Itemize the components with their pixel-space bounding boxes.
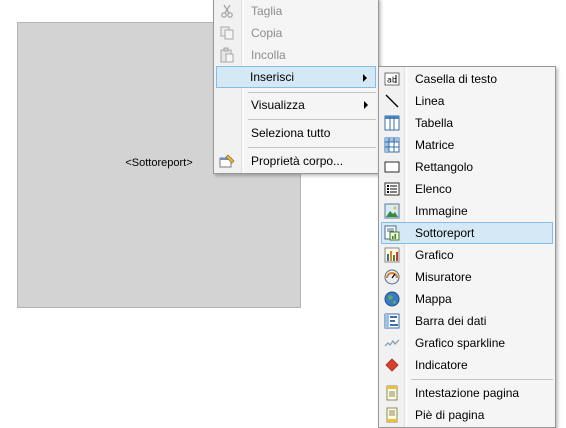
- submenu-item-subreport[interactable]: Sottoreport: [381, 222, 553, 244]
- submenu-item-table[interactable]: Tabella: [381, 112, 553, 134]
- paste-icon: [219, 47, 235, 63]
- list-icon: [384, 181, 400, 197]
- submenu-item-page-footer[interactable]: Piè di pagina: [381, 404, 553, 426]
- submenu-item-line[interactable]: Linea: [381, 90, 553, 112]
- submenu-item-label: Mappa: [415, 292, 452, 306]
- menu-item-copy[interactable]: Copia: [216, 22, 376, 44]
- menu-item-label: Inserisci: [250, 70, 295, 84]
- submenu-item-label: Rettangolo: [415, 160, 474, 174]
- svg-text:ab: ab: [387, 76, 397, 85]
- submenu-item-label: Intestazione pagina: [415, 386, 520, 400]
- report-design-surface[interactable]: <Sottoreport> Taglia Copia Incolla Inser…: [0, 0, 566, 428]
- submenu-item-image[interactable]: Immagine: [381, 200, 553, 222]
- textbox-icon: ab: [384, 71, 400, 87]
- submenu-item-label: Barra dei dati: [415, 314, 487, 328]
- chart-icon: [384, 247, 400, 263]
- submenu-arrow-icon: [363, 74, 367, 82]
- submenu-item-label: Elenco: [415, 182, 452, 196]
- submenu-item-label: Matrice: [415, 138, 455, 152]
- table-icon: [384, 115, 400, 131]
- submenu-item-page-header[interactable]: Intestazione pagina: [381, 382, 553, 404]
- submenu-item-chart[interactable]: Grafico: [381, 244, 553, 266]
- submenu-item-map[interactable]: Mappa: [381, 288, 553, 310]
- submenu-arrow-icon: [364, 101, 368, 109]
- copy-icon: [219, 25, 235, 41]
- image-icon: [384, 203, 400, 219]
- submenu-item-label: Grafico: [415, 248, 454, 262]
- menu-item-label: Incolla: [251, 48, 286, 62]
- page-footer-icon: [384, 407, 400, 423]
- submenu-item-label: Immagine: [415, 204, 468, 218]
- submenu-item-indicator[interactable]: Indicatore: [381, 354, 553, 376]
- menu-item-label: Proprietà corpo...: [251, 154, 344, 168]
- submenu-item-label: Tabella: [415, 116, 454, 130]
- context-menu: Taglia Copia Incolla Inserisci Visualizz…: [213, 0, 379, 174]
- page-header-icon: [384, 385, 400, 401]
- rectangle-icon: [384, 159, 400, 175]
- menu-item-cut[interactable]: Taglia: [216, 0, 376, 22]
- subreport-icon: [384, 225, 400, 241]
- menu-item-insert[interactable]: Inserisci: [216, 66, 376, 88]
- menu-item-select-all[interactable]: Seleziona tutto: [216, 122, 376, 144]
- submenu-item-label: Sottoreport: [415, 226, 475, 240]
- map-icon: [384, 291, 400, 307]
- submenu-item-label: Casella di testo: [415, 72, 498, 86]
- menu-item-paste[interactable]: Incolla: [216, 44, 376, 66]
- menu-item-view[interactable]: Visualizza: [216, 94, 376, 116]
- submenu-item-textbox[interactable]: ab Casella di testo: [381, 68, 553, 90]
- submenu-item-label: Misuratore: [415, 270, 472, 284]
- submenu-item-rectangle[interactable]: Rettangolo: [381, 156, 553, 178]
- indicator-icon: [384, 357, 400, 373]
- submenu-item-gauge[interactable]: Misuratore: [381, 266, 553, 288]
- submenu-item-sparkline[interactable]: Grafico sparkline: [381, 332, 553, 354]
- databar-icon: [384, 313, 400, 329]
- submenu-item-label: Linea: [415, 94, 445, 108]
- submenu-item-label: Piè di pagina: [415, 408, 485, 422]
- sparkline-icon: [384, 335, 400, 351]
- properties-icon: [219, 153, 235, 169]
- menu-separator: [248, 147, 376, 148]
- submenu-item-label: Grafico sparkline: [415, 336, 506, 350]
- gauge-icon: [384, 269, 400, 285]
- submenu-item-databar[interactable]: Barra dei dati: [381, 310, 553, 332]
- scissors-icon: [219, 3, 235, 19]
- menu-item-label: Copia: [251, 26, 283, 40]
- menu-item-label: Taglia: [251, 4, 283, 18]
- insert-submenu: ab Casella di testo Linea Tabella Matric…: [378, 66, 556, 428]
- submenu-item-list[interactable]: Elenco: [381, 178, 553, 200]
- submenu-item-label: Indicatore: [415, 358, 468, 372]
- submenu-item-matrix[interactable]: Matrice: [381, 134, 553, 156]
- menu-item-body-properties[interactable]: Proprietà corpo...: [216, 150, 376, 172]
- matrix-icon: [384, 137, 400, 153]
- line-icon: [384, 93, 400, 109]
- menu-item-label: Visualizza: [251, 98, 305, 112]
- menu-item-label: Seleziona tutto: [251, 126, 331, 140]
- menu-separator: [411, 379, 553, 380]
- menu-separator: [248, 119, 376, 120]
- menu-separator: [248, 92, 376, 93]
